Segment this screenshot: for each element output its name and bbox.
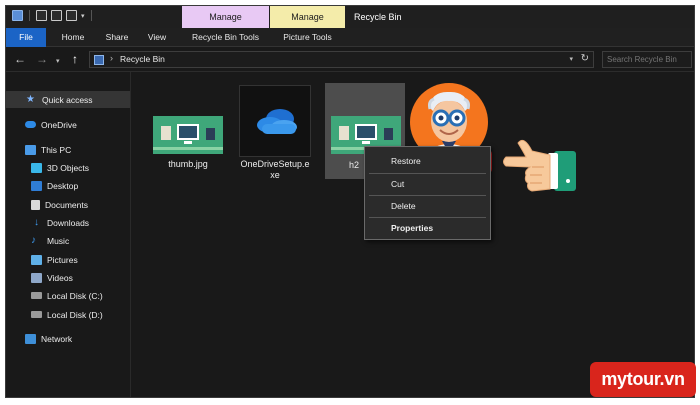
sidebar-item-label: Pictures — [47, 254, 78, 265]
sidebar-item-documents[interactable]: Documents — [6, 196, 130, 213]
back-arrow-icon[interactable]: ← — [14, 52, 26, 66]
forward-arrow-icon[interactable]: → — [36, 52, 48, 66]
chevron-right-icon[interactable]: › — [110, 53, 113, 63]
menu-item-delete[interactable]: Delete — [366, 196, 489, 216]
sidebar-item-music[interactable]: ♪ Music — [6, 232, 130, 249]
tab-file[interactable]: File — [6, 28, 46, 47]
recent-locations-icon[interactable]: ▾ — [56, 55, 60, 69]
pictures-icon — [31, 254, 42, 265]
window-title: Recycle Bin — [354, 12, 402, 22]
sidebar-item-3d-objects[interactable]: 3D Objects — [6, 159, 130, 176]
sidebar-item-local-disk-c[interactable]: Local Disk (C:) — [6, 287, 130, 304]
chevron-down-icon[interactable]: ▾ — [569, 55, 573, 63]
document-icon — [31, 199, 40, 210]
file-name: thumb.jpg — [168, 159, 208, 169]
thumbnail-monitor — [355, 124, 377, 140]
title-bar: ▾ Manage Manage Recycle Bin — [6, 6, 694, 28]
tab-recycle-bin-tools[interactable]: Recycle Bin Tools — [182, 28, 269, 47]
download-icon: ↓ — [34, 216, 39, 228]
thumbnail-stand — [184, 141, 192, 144]
context-menu: Restore Cut Delete Properties — [364, 146, 491, 240]
file-tile-onedrivesetup-exe[interactable]: OneDriveSetup.e xe — [235, 82, 315, 187]
recycle-bin-icon — [94, 55, 104, 65]
sidebar-item-label: Quick access — [42, 94, 93, 105]
thumbnail-shape — [384, 128, 393, 140]
explorer-window: ▾ Manage Manage Recycle Bin File Home Sh… — [5, 5, 695, 398]
disk-icon — [31, 292, 42, 299]
thumbnail-shape — [206, 128, 215, 140]
undo-icon[interactable] — [66, 10, 77, 21]
sidebar-item-label: 3D Objects — [47, 162, 90, 173]
menu-item-restore[interactable]: Restore — [366, 151, 489, 171]
navigation-pane: ★ Quick access OneDrive This PC 3D Objec… — [6, 72, 131, 397]
sidebar-item-label: Documents — [45, 199, 88, 210]
tab-view[interactable]: View — [141, 28, 173, 47]
sidebar-item-onedrive[interactable]: OneDrive — [6, 116, 130, 133]
sidebar-item-quick-access[interactable]: ★ Quick access — [6, 91, 130, 108]
computer-icon — [25, 144, 36, 155]
sidebar-item-label: Local Disk (C:) — [47, 290, 103, 301]
sidebar-item-this-pc[interactable]: This PC — [6, 141, 130, 158]
onedrive-cloud-icon — [257, 109, 297, 134]
sidebar-item-downloads[interactable]: ↓ Downloads — [6, 214, 130, 231]
manage-context-header-picture: Manage — [270, 6, 345, 28]
disk-icon — [31, 311, 42, 318]
search-input[interactable] — [607, 55, 691, 64]
sidebar-item-label: Local Disk (D:) — [47, 309, 103, 320]
network-icon — [25, 333, 36, 344]
address-path[interactable]: Recycle Bin — [120, 54, 165, 64]
tab-share[interactable]: Share — [97, 28, 137, 47]
cloud-icon — [25, 121, 36, 128]
sidebar-item-pictures[interactable]: Pictures — [6, 251, 130, 268]
quick-access-toolbar: ▾ — [12, 10, 94, 21]
ribbon-tabs: File Home Share View Recycle Bin Tools P… — [6, 28, 694, 47]
pointing-hand-icon — [503, 139, 576, 192]
exe-thumbnail — [239, 85, 311, 157]
refresh-icon[interactable]: ↻ — [581, 53, 589, 64]
thumbnail-shape — [339, 126, 349, 140]
address-bar[interactable]: › Recycle Bin ▾ ↻ — [89, 51, 594, 68]
mytour-logo: mytour.vn — [590, 362, 696, 397]
up-arrow-icon[interactable]: ↑ — [72, 52, 78, 66]
file-tile-thumb-jpg[interactable]: thumb.jpg — [148, 82, 228, 172]
toolbar-divider — [90, 10, 92, 21]
sidebar-item-label: OneDrive — [41, 119, 77, 130]
sidebar-item-label: Music — [47, 235, 70, 246]
menu-item-cut[interactable]: Cut — [366, 174, 489, 194]
new-folder-icon[interactable] — [51, 10, 62, 21]
video-icon — [31, 272, 42, 283]
sidebar-item-label: This PC — [41, 144, 72, 155]
thumbnail-monitor — [177, 124, 199, 140]
sidebar-item-label: Videos — [47, 272, 73, 283]
customize-toolbar-icon[interactable]: ▾ — [81, 12, 85, 20]
manage-context-header-recycle: Manage — [182, 6, 269, 28]
file-list: thumb.jpg OneDriveSetup.e xe h2 Restore … — [132, 72, 694, 397]
sidebar-item-label: Desktop — [47, 180, 79, 191]
cube-icon — [31, 162, 42, 173]
desktop-icon — [31, 180, 42, 191]
properties-icon[interactable] — [36, 10, 47, 21]
file-name-line-1: OneDriveSetup.e — [240, 159, 310, 169]
image-thumbnail — [153, 116, 223, 154]
thumbnail-stand — [362, 141, 370, 144]
sidebar-item-desktop[interactable]: Desktop — [6, 177, 130, 194]
music-icon: ♪ — [31, 234, 36, 246]
thumbnail-shape — [161, 126, 171, 140]
sidebar-item-local-disk-d[interactable]: Local Disk (D:) — [6, 306, 130, 323]
sidebar-item-videos[interactable]: Videos — [6, 269, 130, 286]
search-box[interactable] — [602, 51, 692, 68]
menu-item-properties[interactable]: Properties — [366, 218, 489, 238]
sidebar-item-network[interactable]: Network — [6, 330, 130, 347]
recycle-bin-icon — [12, 10, 23, 21]
tab-home[interactable]: Home — [53, 28, 93, 47]
tab-picture-tools[interactable]: Picture Tools — [270, 28, 345, 47]
sidebar-item-label: Downloads — [47, 217, 90, 228]
file-name-line-2: xe — [270, 170, 280, 180]
star-icon: ★ — [26, 93, 35, 105]
thumbnail-band — [153, 147, 223, 150]
toolbar-divider — [29, 10, 30, 21]
sidebar-item-label: Network — [41, 333, 73, 344]
address-row: ← → ▾ ↑ › Recycle Bin ▾ ↻ — [6, 47, 694, 72]
